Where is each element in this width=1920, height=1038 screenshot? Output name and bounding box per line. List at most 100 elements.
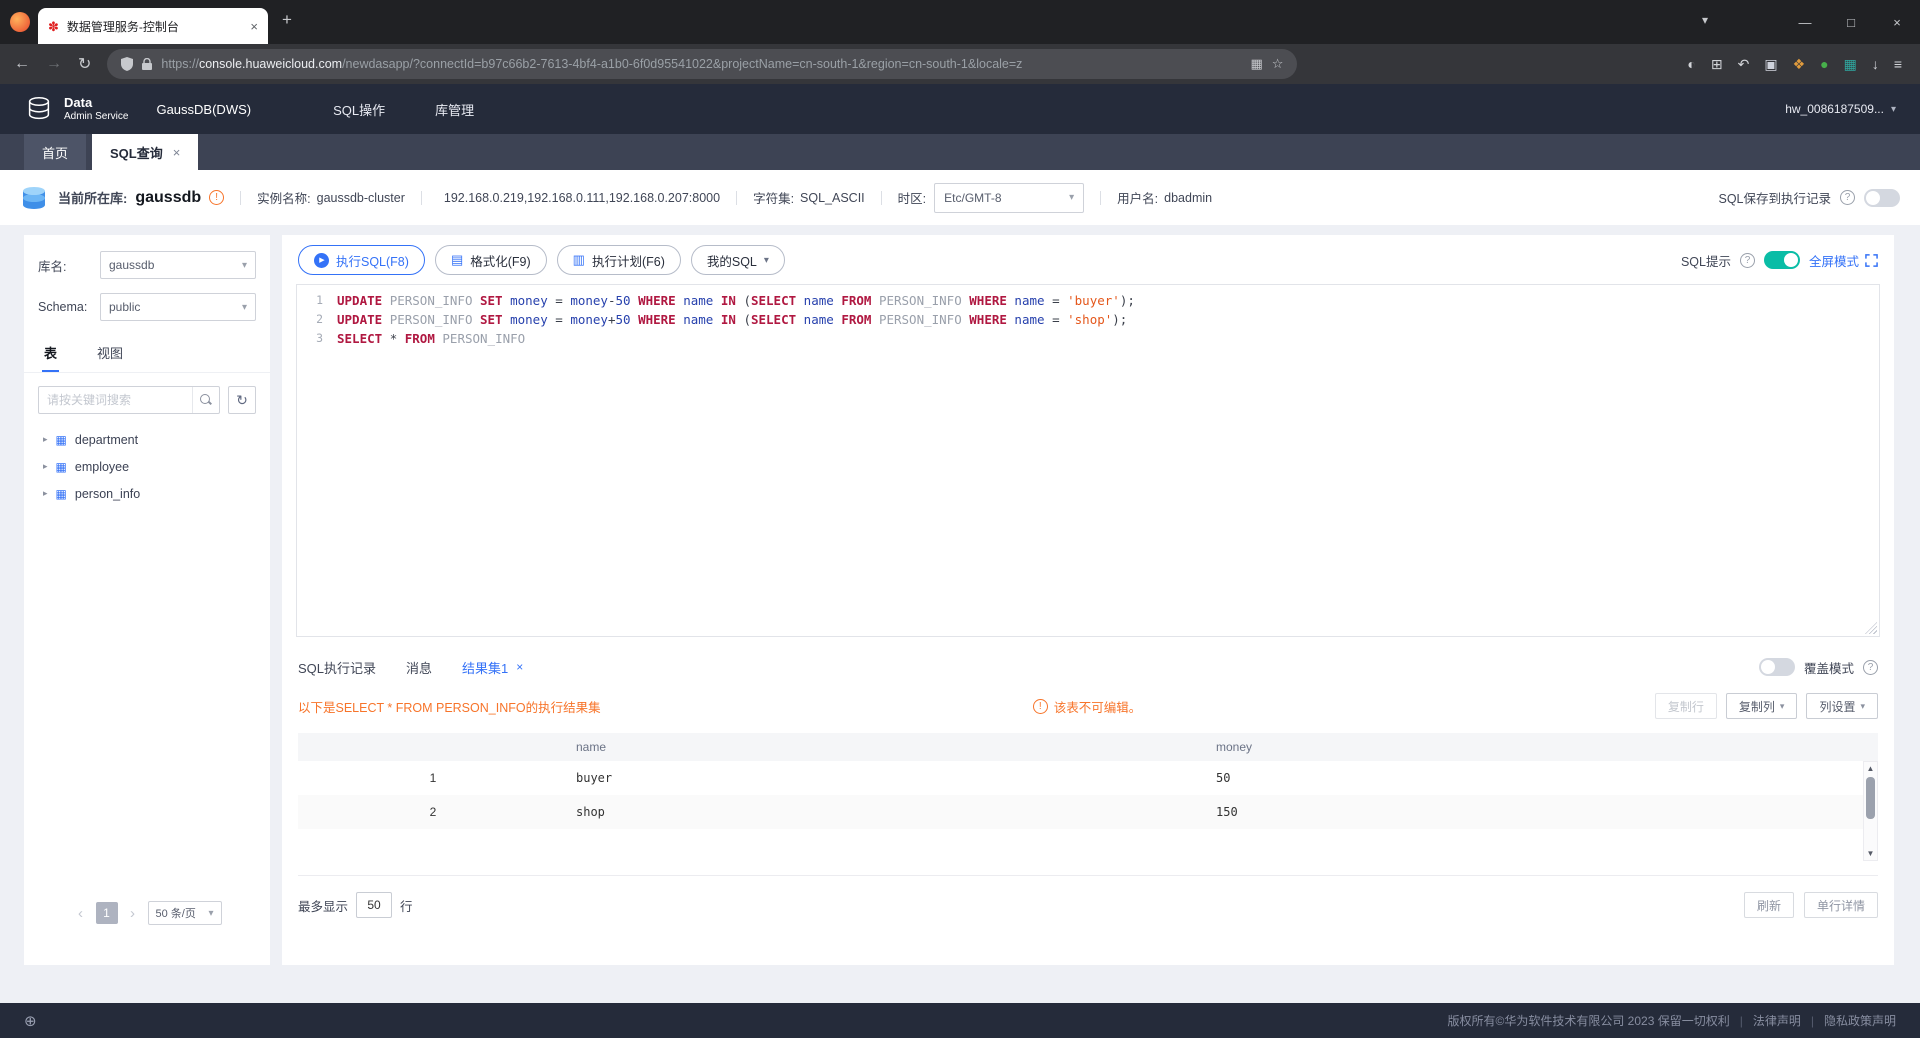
tab-messages[interactable]: 消息	[406, 658, 432, 677]
refresh-tables-button[interactable]: ↻	[228, 386, 256, 414]
close-sql-tab-icon[interactable]: ×	[173, 145, 181, 160]
scroll-up-icon[interactable]: ▲	[1867, 762, 1875, 775]
sql-editor[interactable]: 1 UPDATE PERSON_INFO SET money = money-50…	[296, 284, 1880, 637]
save-record-help-icon[interactable]: ?	[1840, 190, 1855, 205]
browser-extension-area: ◐ ⊞ ↶ ▣ ❖ ● ▦ ↓ ≡	[1687, 56, 1906, 73]
globe-icon[interactable]: ⊕	[24, 1012, 37, 1030]
tree-item-department[interactable]: ▸ ▦ department	[24, 426, 270, 453]
result-table: name money 1 buyer 50 2 shop 150 ▲ ▼	[298, 733, 1878, 876]
sql-tip-help-icon[interactable]: ?	[1739, 252, 1755, 268]
privacy-policy-link[interactable]: 隐私政策声明	[1824, 1012, 1896, 1029]
window-maximize-button[interactable]: □	[1828, 15, 1874, 30]
connection-info-bar: 当前所在库: gaussdb ! 实例名称: gaussdb-cluster 1…	[0, 170, 1920, 225]
table-row[interactable]: 1 buyer 50	[298, 761, 1878, 795]
forward-button[interactable]: →	[46, 55, 62, 73]
expand-caret-icon[interactable]: ▸	[43, 434, 48, 445]
chevron-down-icon: ▾	[763, 254, 769, 266]
screenshot-icon[interactable]: ⊞	[1711, 56, 1723, 73]
qr-code-icon[interactable]: ▦	[1250, 56, 1262, 72]
favorite-star-icon[interactable]: ☆	[1272, 56, 1284, 72]
account-name: hw_0086187509...	[1785, 102, 1884, 116]
expand-caret-icon[interactable]: ▸	[43, 488, 48, 499]
run-sql-button[interactable]: ▶ 执行SQL(F8)	[298, 245, 425, 275]
colorful-extension-icon[interactable]: ❖	[1793, 56, 1806, 73]
expand-caret-icon[interactable]: ▸	[43, 461, 48, 472]
copy-row-button[interactable]: 复制行	[1654, 693, 1717, 719]
instance-value: gaussdb-cluster	[316, 190, 405, 205]
table-row[interactable]: 2 shop 150	[298, 795, 1878, 829]
page-number-button[interactable]: 1	[95, 902, 118, 924]
table-search-input[interactable]	[39, 393, 192, 407]
charset-value: SQL_ASCII	[800, 190, 865, 205]
copy-column-button[interactable]: 复制列 ▾	[1725, 693, 1798, 719]
lock-icon[interactable]	[142, 58, 153, 70]
window-minimize-button[interactable]: —	[1782, 15, 1828, 30]
product-name: GaussDB(DWS)	[156, 101, 252, 117]
sql-tip-toggle[interactable]	[1763, 251, 1800, 269]
account-menu[interactable]: hw_0086187509... ▾	[1785, 102, 1896, 116]
fullscreen-button[interactable]: 全屏模式	[1809, 251, 1878, 270]
column-header-money[interactable]: money	[1208, 740, 1878, 754]
tracking-shield-icon[interactable]	[121, 57, 134, 71]
scrollbar-thumb[interactable]	[1866, 777, 1875, 819]
url-bar[interactable]: https://console.huaweicloud.com/newdasap…	[107, 49, 1298, 79]
save-record-label: SQL保存到执行记录	[1718, 192, 1831, 206]
tab-search-caret-icon[interactable]: ▾	[1702, 13, 1708, 27]
browser-tab[interactable]: ✽ 数据管理服务-控制台 ×	[38, 8, 268, 44]
history-undo-icon[interactable]: ↶	[1738, 56, 1750, 73]
notes-extension-icon[interactable]: ▣	[1764, 56, 1777, 73]
search-button[interactable]	[192, 387, 219, 413]
column-settings-button[interactable]: 列设置 ▾	[1806, 693, 1878, 719]
tab-views[interactable]: 视图	[95, 337, 125, 372]
reload-button[interactable]: ↻	[78, 54, 91, 74]
badge-icon[interactable]: ◐	[1687, 56, 1695, 72]
tab-sql-history[interactable]: SQL执行记录	[298, 658, 376, 677]
table-scrollbar[interactable]: ▲ ▼	[1863, 761, 1878, 861]
my-sql-button[interactable]: 我的SQL ▾	[690, 245, 785, 275]
window-close-button[interactable]: ×	[1874, 15, 1920, 30]
save-record-toggle[interactable]	[1864, 188, 1900, 207]
schema-select[interactable]: public ▾	[100, 293, 256, 321]
green-extension-icon[interactable]: ●	[1820, 56, 1828, 72]
tab-resultset-1[interactable]: 结果集1 ×	[462, 658, 523, 677]
row-detail-button[interactable]: 单行详情	[1803, 892, 1878, 918]
overwrite-mode-toggle[interactable]	[1758, 658, 1795, 676]
tab-home[interactable]: 首页	[24, 134, 87, 170]
browser-menu-icon[interactable]: ≡	[1894, 56, 1902, 72]
tree-item-employee[interactable]: ▸ ▦ employee	[24, 453, 270, 480]
back-button[interactable]: ←	[14, 55, 30, 73]
new-tab-button[interactable]: +	[282, 10, 292, 30]
screen: ✽ 数据管理服务-控制台 × + ▾ — □ × ← → ↻ https://c…	[0, 0, 1920, 1038]
tree-item-person_info[interactable]: ▸ ▦ person_info	[24, 480, 270, 507]
tab-sql-query[interactable]: SQL查询 ×	[92, 134, 199, 170]
downloads-icon[interactable]: ↓	[1872, 56, 1879, 72]
execution-plan-button[interactable]: ▥ 执行计划(F6)	[556, 245, 681, 275]
next-page-icon[interactable]: ›	[125, 905, 141, 922]
scroll-down-icon[interactable]: ▼	[1867, 847, 1875, 860]
browser-profile-avatar[interactable]	[10, 12, 30, 32]
teal-extension-icon[interactable]: ▦	[1844, 56, 1857, 73]
max-rows-input[interactable]: 50	[356, 892, 393, 918]
refresh-results-button[interactable]: 刷新	[1743, 892, 1794, 918]
tab-close-icon[interactable]: ×	[250, 19, 258, 34]
database-select[interactable]: gaussdb ▾	[100, 251, 256, 279]
overwrite-help-icon[interactable]: ?	[1863, 659, 1878, 675]
format-sql-button[interactable]: ▤ 格式化(F9)	[434, 245, 547, 275]
username-label: 用户名:	[1117, 192, 1159, 206]
tab-tables[interactable]: 表	[42, 337, 60, 372]
editor-resize-handle[interactable]	[1865, 622, 1877, 634]
legal-notice-link[interactable]: 法律声明	[1753, 1012, 1801, 1029]
column-header-name[interactable]: name	[568, 740, 1208, 754]
prev-page-icon[interactable]: ‹	[73, 905, 89, 922]
timezone-select[interactable]: Etc/GMT-8 ▾	[934, 182, 1085, 213]
warning-icon: !	[1032, 698, 1048, 714]
timezone-label: 时区:	[897, 192, 927, 206]
page-size-select[interactable]: 50 条/页 ▾	[147, 901, 222, 925]
db-info-icon[interactable]: !	[209, 190, 225, 205]
menu-database-management[interactable]: 库管理	[435, 100, 474, 119]
resultset-tab-label: 结果集1	[462, 660, 509, 676]
menu-sql-operations[interactable]: SQL操作	[333, 100, 385, 119]
divider	[736, 190, 738, 205]
sidebar: 库名: gaussdb ▾ Schema: public ▾ 表 视图 ↻ ▸ ▦…	[24, 235, 270, 965]
close-resultset-icon[interactable]: ×	[516, 660, 523, 674]
